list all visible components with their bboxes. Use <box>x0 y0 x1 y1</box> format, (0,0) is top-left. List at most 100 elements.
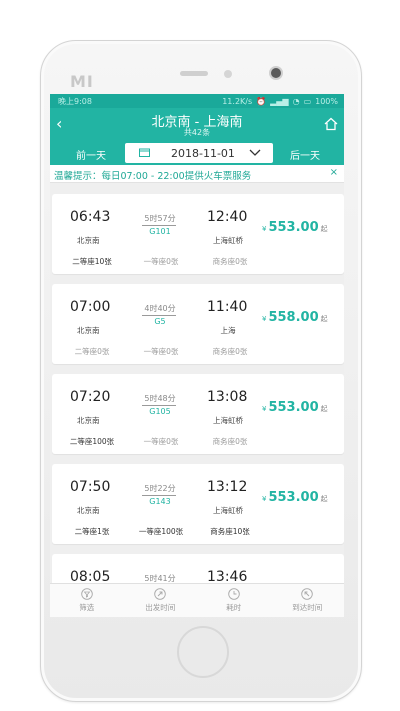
train-number: G101 <box>149 227 171 236</box>
currency-symbol: ¥ <box>262 225 267 233</box>
price: ¥553.00 起 <box>262 220 328 235</box>
price-suffix: 起 <box>320 315 328 323</box>
front-camera <box>269 66 283 80</box>
seat-availability: 一等座0张 <box>143 347 179 356</box>
price: ¥553.00 起 <box>262 490 328 505</box>
price-value: 553.00 <box>268 220 319 235</box>
status-right: 11.2K/s ⏰ ▂▄▆ ◔ ▭ 100% <box>222 97 338 106</box>
prev-day-button[interactable]: 前一天 <box>76 147 106 162</box>
arrive-station: 上海虹桥 <box>213 506 243 515</box>
train-card[interactable]: 06:43 北京南 5时57分 G101 12:40 上海虹桥 ¥553.00 起二等座10张… <box>52 194 344 274</box>
date-bar: 前一天 2018-11-01 后一天 <box>50 141 344 165</box>
calendar-icon <box>139 148 150 157</box>
arrive-time: 13:12 <box>207 479 248 495</box>
depart-time: 07:50 <box>70 479 111 495</box>
depart-time: 07:00 <box>70 299 111 315</box>
clock-icon <box>227 588 240 600</box>
departure-time-icon <box>154 588 167 600</box>
depart-station: 北京南 <box>77 506 100 515</box>
price: ¥553.00 起 <box>262 400 328 415</box>
price-suffix: 起 <box>320 225 328 233</box>
tab-label: 筛选 <box>79 603 95 612</box>
selected-date: 2018-11-01 <box>171 147 235 160</box>
seat-availability: 二等座10张 <box>72 257 112 266</box>
seat-availability: 商务座0张 <box>212 347 248 356</box>
earpiece-speaker <box>180 71 208 76</box>
brand-logo: MI <box>70 72 94 91</box>
wifi-icon: ◔ <box>292 96 300 106</box>
bottom-tab-bar: 筛选 出发时间 耗时 到达时间 <box>50 583 344 617</box>
close-icon[interactable]: × <box>330 167 338 178</box>
home-button[interactable] <box>177 626 229 678</box>
arrive-station: 上海虹桥 <box>213 416 243 425</box>
date-picker[interactable]: 2018-11-01 <box>125 143 273 163</box>
train-number: G105 <box>149 407 171 416</box>
currency-symbol: ¥ <box>262 315 267 323</box>
currency-symbol: ¥ <box>262 495 267 503</box>
depart-station: 北京南 <box>77 236 100 245</box>
tab-label: 到达时间 <box>292 603 323 612</box>
seat-availability: 商务座0张 <box>212 437 248 446</box>
seat-availability: 二等座1张 <box>74 527 110 536</box>
train-number: G143 <box>149 497 171 506</box>
tab-label: 耗时 <box>226 603 242 612</box>
next-day-button[interactable]: 后一天 <box>290 147 320 162</box>
alarm-icon: ⏰ <box>256 96 267 106</box>
result-count: 共42条 <box>183 128 211 137</box>
price: ¥558.00 起 <box>262 310 328 325</box>
duration-line <box>142 315 176 316</box>
seat-availability: 一等座0张 <box>143 257 179 266</box>
tab-clock[interactable]: 耗时 <box>197 584 271 617</box>
arrive-station: 上海 <box>220 326 236 335</box>
price-value: 558.00 <box>268 310 319 325</box>
seat-availability: 二等座0张 <box>74 347 110 356</box>
signal-icon: ▂▄▆ <box>270 96 289 106</box>
chevron-down-icon <box>249 149 261 156</box>
status-bar: 晚上9:08 11.2K/s ⏰ ▂▄▆ ◔ ▭ 100% <box>50 94 344 108</box>
sensor <box>224 70 232 78</box>
notice-text: 温馨提示：每日07:00 - 22:00提供火车票服务 <box>54 171 252 182</box>
train-card[interactable]: 07:00 北京南 4时40分 G5 11:40 上海 ¥558.00 起二等座0张 一等座0张… <box>52 284 344 364</box>
arrive-time: 11:40 <box>207 299 248 315</box>
duration: 5时57分 <box>144 214 176 223</box>
network-speed: 11.2K/s <box>222 96 253 106</box>
status-time: 晚上9:08 <box>58 96 92 106</box>
price-value: 553.00 <box>268 400 319 415</box>
duration: 4时40分 <box>144 304 176 313</box>
duration: 5时22分 <box>144 484 176 493</box>
seat-availability: 商务座0张 <box>212 257 248 266</box>
seat-availability: 一等座0张 <box>143 437 179 446</box>
train-number: G5 <box>154 317 166 326</box>
seat-availability: 商务座10张 <box>210 527 250 536</box>
app-screen: 晚上9:08 11.2K/s ⏰ ▂▄▆ ◔ ▭ 100% ‹ 北京南 - 上海… <box>50 94 344 617</box>
tab-label: 出发时间 <box>145 603 176 612</box>
battery-percent: 100% <box>315 96 338 106</box>
header: ‹ 北京南 - 上海南 共42条 <box>50 108 344 141</box>
arrive-time: 12:40 <box>207 209 248 225</box>
home-icon[interactable] <box>324 117 338 131</box>
seat-availability: 二等座100张 <box>69 437 115 446</box>
tab-departure-time[interactable]: 出发时间 <box>124 584 198 617</box>
tab-filter[interactable]: 筛选 <box>50 584 124 617</box>
tab-arrival-time[interactable]: 到达时间 <box>271 584 345 617</box>
price-suffix: 起 <box>320 405 328 413</box>
seat-availability: 一等座100张 <box>138 527 184 536</box>
duration-line <box>142 405 176 406</box>
depart-station: 北京南 <box>77 416 100 425</box>
train-card[interactable]: 07:50 北京南 5时22分 G143 13:12 上海虹桥 ¥553.00 起二等座1张 一… <box>52 464 344 544</box>
price-suffix: 起 <box>320 495 328 503</box>
filter-icon <box>80 588 93 600</box>
duration: 5时48分 <box>144 394 176 403</box>
train-card[interactable]: 07:20 北京南 5时48分 G105 13:08 上海虹桥 ¥553.00 起二等座100… <box>52 374 344 454</box>
depart-time: 06:43 <box>70 209 111 225</box>
arrival-time-icon <box>301 588 314 600</box>
depart-station: 北京南 <box>77 326 100 335</box>
duration-line <box>142 495 176 496</box>
arrive-station: 上海虹桥 <box>213 236 243 245</box>
arrive-time: 13:08 <box>207 389 248 405</box>
battery-icon: ▭ <box>303 96 312 106</box>
depart-time: 07:20 <box>70 389 111 405</box>
notice-banner: 温馨提示：每日07:00 - 22:00提供火车票服务 × <box>50 165 344 183</box>
price-value: 553.00 <box>268 490 319 505</box>
duration-line <box>142 225 176 226</box>
